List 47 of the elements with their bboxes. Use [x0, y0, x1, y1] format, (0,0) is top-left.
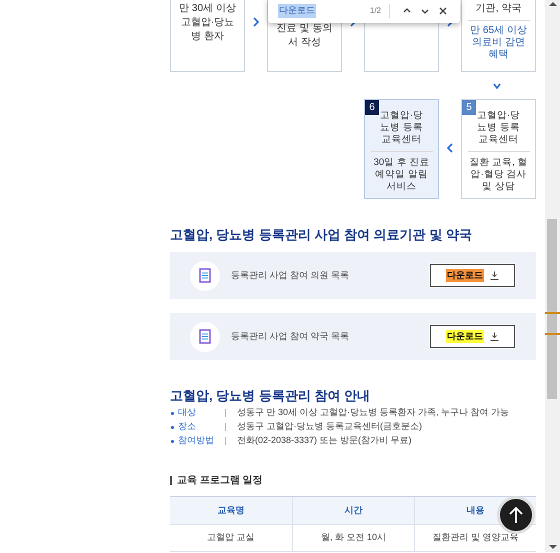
step-number: 6 — [365, 100, 379, 115]
section-heading: 고혈압, 당뇨병 등록관리 사업 참여 의료기관 및 약국 — [170, 226, 473, 244]
step-title: 고혈압·당뇨병 등록 교육센터 — [378, 110, 424, 146]
subheading: 교육 프로그램 일정 — [177, 474, 263, 488]
scroll-up-arrow-icon[interactable] — [549, 2, 557, 6]
download-icon — [490, 271, 499, 280]
info-term: 장소 — [178, 420, 197, 434]
chevron-down-icon — [493, 81, 501, 91]
arrow-up-icon — [508, 506, 524, 524]
step-title: 고혈압·당뇨병 등록 교육센터 — [476, 110, 522, 146]
step-title: 진료 및 동의서 작성 — [276, 22, 333, 50]
download-button[interactable]: 다운로드 — [430, 264, 515, 287]
info-term: 대상 — [178, 406, 197, 420]
table-cell: 월, 화 오전 10시 — [292, 525, 414, 552]
download-icon — [490, 332, 499, 341]
info-text: 성동구 고혈압·당뇨병 등록교육센터(금호분소) — [237, 420, 422, 434]
chevron-right-icon — [252, 17, 260, 27]
step-number: 5 — [462, 100, 476, 115]
document-icon — [190, 322, 220, 352]
file-label: 등록관리 사업 참여 약국 목록 — [231, 330, 350, 343]
bullet-icon — [171, 426, 174, 428]
find-input[interactable]: 다운로드 — [278, 3, 370, 19]
scrollbar-thumb[interactable] — [547, 219, 557, 399]
bullet-icon — [171, 412, 174, 414]
column-header: 교육명 — [170, 497, 292, 525]
info-text: 성동구 만 30세 이상 고혈압·당뇨병 등록환자 가족, 누구나 참여 가능 — [237, 406, 510, 420]
table-cell: 고혈압 교실 — [170, 525, 292, 552]
scroll-down-arrow-icon[interactable] — [549, 545, 557, 549]
step-detail: 질환 교육, 혈압·혈당 검사 및 상담 — [468, 157, 528, 193]
bullet-icon — [171, 440, 174, 442]
step-title: 기관, 약국 — [476, 2, 522, 16]
search-match-marker — [545, 333, 560, 335]
download-button[interactable]: 다운로드 — [430, 325, 515, 348]
info-text: 전화(02-2038-3337) 또는 방문(참가비 무료) — [237, 434, 412, 448]
document-icon — [190, 260, 220, 290]
column-header: 시간 — [292, 497, 414, 525]
chevron-left-icon — [446, 143, 454, 153]
close-icon — [438, 6, 448, 16]
scrollbar[interactable] — [545, 0, 560, 552]
section-heading: 고혈압, 당뇨병 등록관리 참여 안내 — [170, 387, 372, 405]
info-term: 참여방법 — [178, 434, 215, 448]
step-detail: 30일 후 진료 예약일 알림 서비스 — [372, 157, 430, 193]
search-match-marker — [545, 312, 560, 314]
step-detail: 만 65세 이상 의료비 감면 혜택 — [470, 25, 527, 61]
step-title: 만 30세 이상 고혈압·당뇨병 환자 — [179, 2, 236, 44]
match-count: 1/2 — [370, 5, 381, 17]
file-label: 등록관리 사업 참여 의원 목록 — [231, 268, 350, 282]
